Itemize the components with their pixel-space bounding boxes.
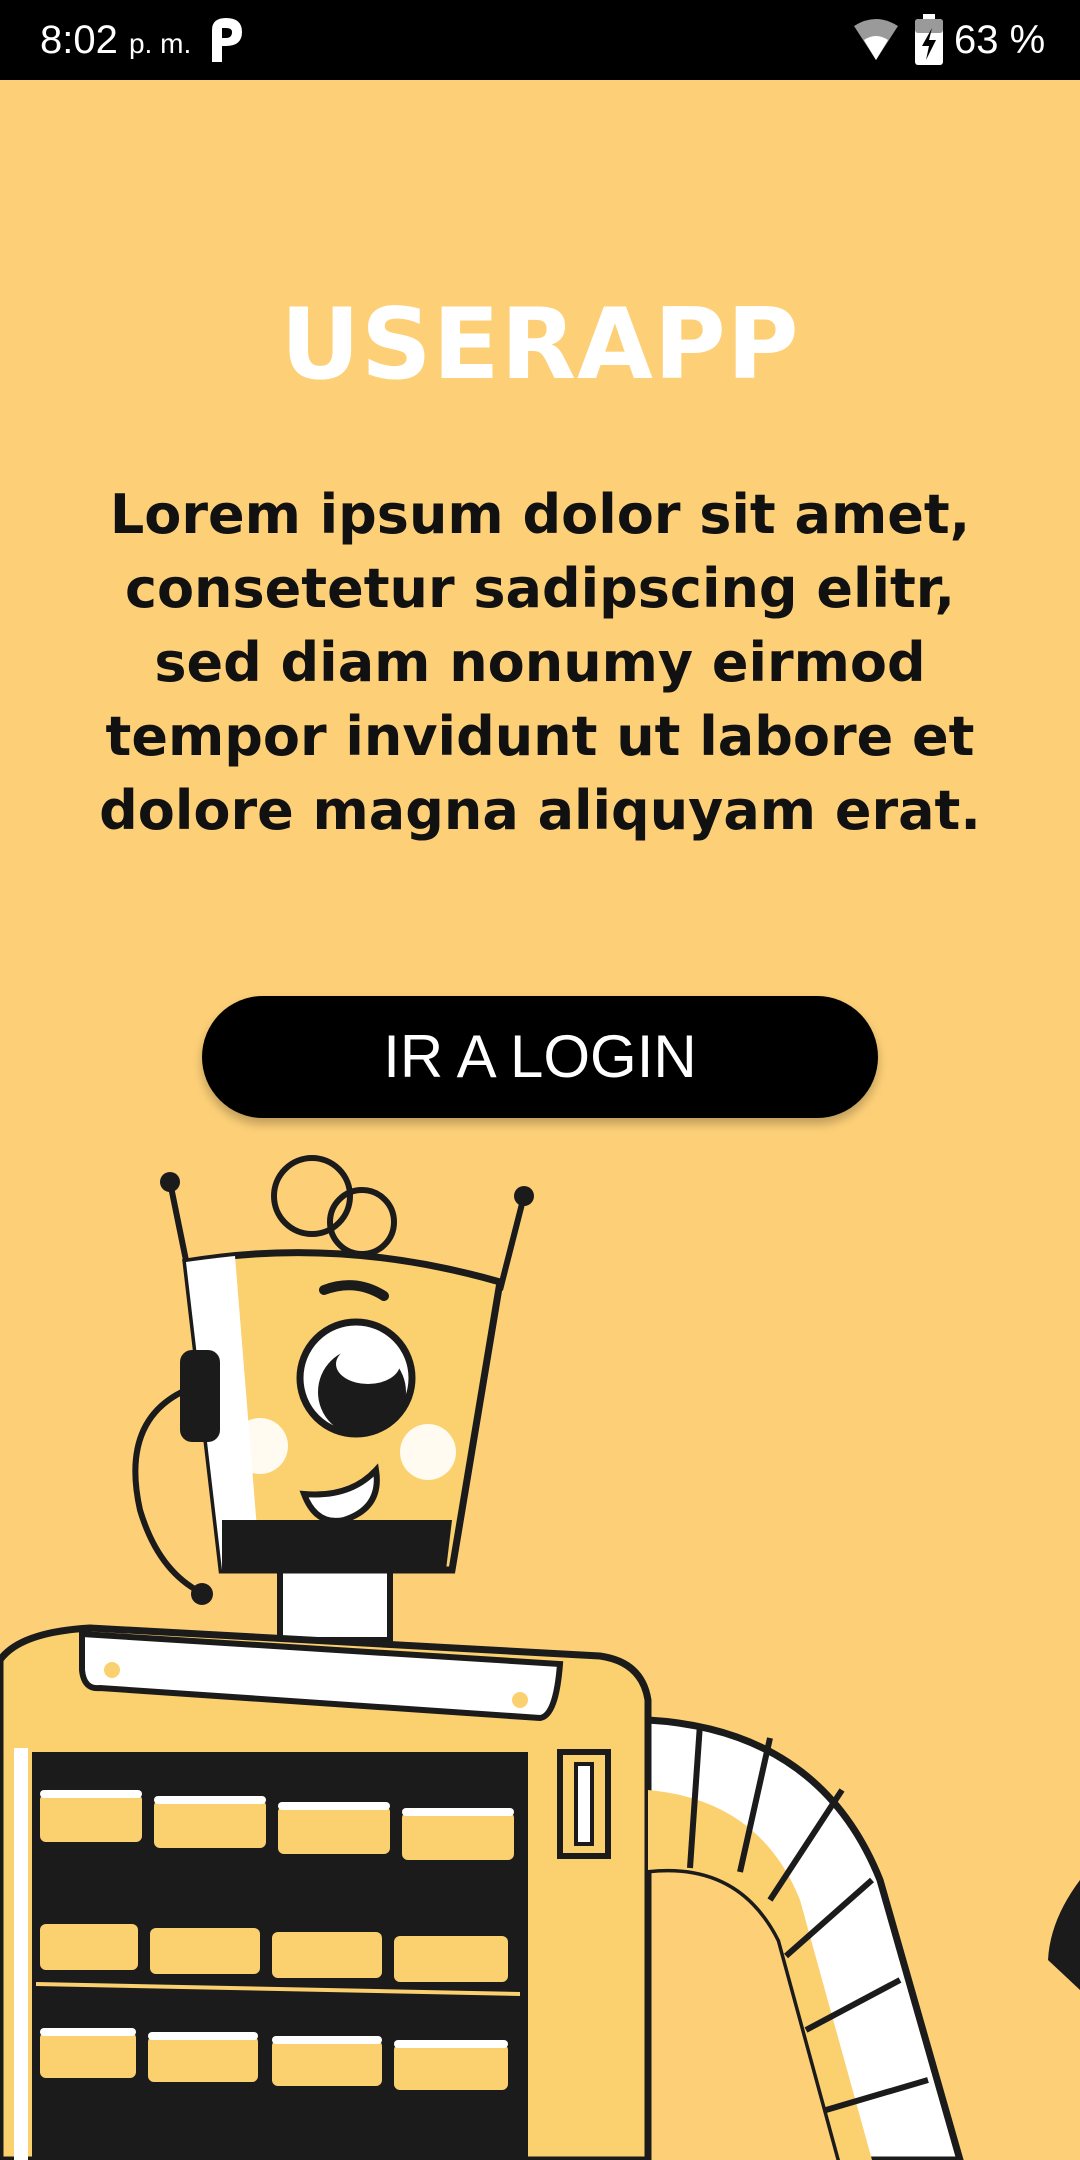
app-title: USERAPP: [280, 288, 800, 402]
wifi-icon: [854, 19, 898, 60]
antenna-right-tip: [514, 1186, 534, 1206]
p-app-icon: [212, 18, 242, 62]
battery-percent: 63 %: [954, 18, 1046, 62]
login-button[interactable]: IR A LOGIN: [202, 996, 878, 1118]
status-time-value: 8:02: [40, 18, 118, 62]
cheek-left: [232, 1418, 288, 1474]
body-left-highlight: [14, 1748, 28, 2160]
robot-hand: [1048, 1880, 1080, 1990]
headphone: [180, 1350, 220, 1442]
intro-description: Lorem ipsum dolor sit amet, consetetur s…: [99, 483, 981, 842]
antenna-right: [497, 1195, 527, 1291]
status-time: 8:02 p. m.: [40, 18, 191, 66]
head-jaw: [222, 1520, 452, 1570]
robot-illustration: [0, 1155, 1080, 2160]
battery-charging-icon: [915, 14, 943, 65]
cheek-right: [400, 1424, 456, 1480]
antenna-left-tip: [160, 1172, 180, 1192]
hair-loops: [271, 1155, 397, 1257]
status-time-ampm: p. m.: [128, 28, 192, 59]
status-bar: 8:02 p. m. 63 %: [0, 0, 1080, 80]
